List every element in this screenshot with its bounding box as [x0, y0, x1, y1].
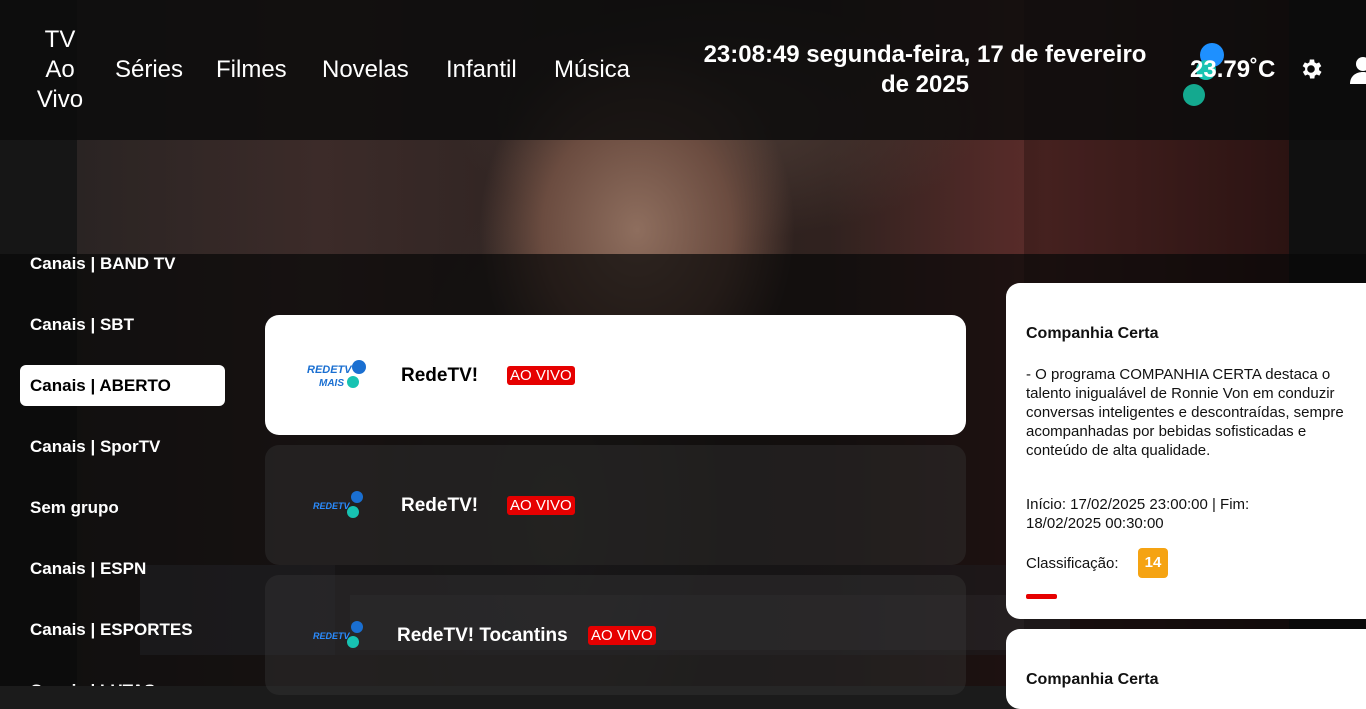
nav-tv-ao-vivo[interactable]: TV Ao Vivo [30, 25, 90, 115]
svg-text:MAIS: MAIS [319, 378, 344, 389]
nav-tv-ao-vivo-line1: TV [44, 26, 76, 53]
next-program-title: Companhia Certa [1026, 671, 1159, 688]
redetv-logo: REDETV [313, 491, 363, 518]
group-band-tv[interactable]: Canais | BAND TV [20, 254, 225, 284]
redetv-logo: REDETV [313, 621, 363, 648]
program-info-card: Companhia Certa - O programa COMPANHIA C… [1006, 283, 1366, 619]
group-sbt[interactable]: Canais | SBT [20, 304, 225, 345]
group-lutas[interactable]: Canais | LUTAS [20, 670, 225, 686]
group-sidebar: Canais | BAND TV Canais | SBT Canais | A… [0, 254, 260, 686]
group-esportes[interactable]: Canais | ESPORTES [20, 609, 225, 650]
channel-item[interactable]: REDETV MAIS RedeTV! AO VIVO [265, 315, 966, 435]
channel-item[interactable]: REDETV RedeTV! Tocantins AO VIVO [265, 575, 966, 695]
rating-label: Classificação: [1026, 555, 1119, 572]
clock-date: 23:08:49 segunda-feira, 17 de fevereiro … [690, 40, 1160, 100]
nav-musica[interactable]: Música [554, 56, 630, 84]
live-badge: AO VIVO [507, 366, 575, 385]
redetv-mais-logo: REDETV MAIS [307, 360, 366, 389]
channel-item[interactable]: REDETV RedeTV! AO VIVO [265, 445, 966, 565]
clock-line2: de 2025 [880, 71, 970, 98]
channel-name: RedeTV! Tocantins [397, 625, 568, 646]
next-program-card: Companhia Certa [1006, 629, 1366, 709]
channel-name: RedeTV! [401, 365, 479, 386]
nav-filmes[interactable]: Filmes [216, 56, 287, 84]
group-aberto[interactable]: Canais | ABERTO [20, 365, 225, 406]
gear-icon[interactable] [1298, 56, 1324, 82]
clock-line1: 23:08:49 segunda-feira, 17 de fevereiro [703, 41, 1147, 68]
top-bar: TV Ao Vivo Séries Filmes Novelas Infanti… [0, 0, 1366, 140]
user-icon[interactable] [1348, 56, 1366, 84]
temperature-label: 23.79˚C [1190, 56, 1276, 83]
live-badge: AO VIVO [507, 496, 575, 515]
nav-tv-ao-vivo-line3: Vivo [36, 86, 84, 113]
program-description: - O programa COMPANHIA CERTA destaca o t… [1026, 366, 1344, 459]
channel-name: RedeTV! [401, 495, 479, 516]
nav-series[interactable]: Séries [115, 56, 183, 84]
group-sem-grupo[interactable]: Sem grupo [20, 487, 225, 528]
program-times: Início: 17/02/2025 23:00:00 | Fim: 18/02… [1026, 496, 1250, 532]
group-espn[interactable]: Canais | ESPN [20, 548, 225, 589]
svg-text:REDETV: REDETV [313, 501, 351, 511]
svg-text:REDETV: REDETV [313, 631, 351, 641]
nav-infantil[interactable]: Infantil [446, 56, 517, 84]
nav-tv-ao-vivo-line2: Ao [45, 56, 75, 83]
live-badge: AO VIVO [588, 626, 656, 645]
nav-novelas[interactable]: Novelas [322, 56, 409, 84]
program-title: Companhia Certa [1026, 325, 1159, 342]
svg-text:REDETV: REDETV [307, 364, 353, 376]
group-sportv[interactable]: Canais | SporTV [20, 426, 225, 467]
program-progress-bar [1026, 594, 1057, 599]
rating-badge: 14 [1138, 548, 1168, 578]
